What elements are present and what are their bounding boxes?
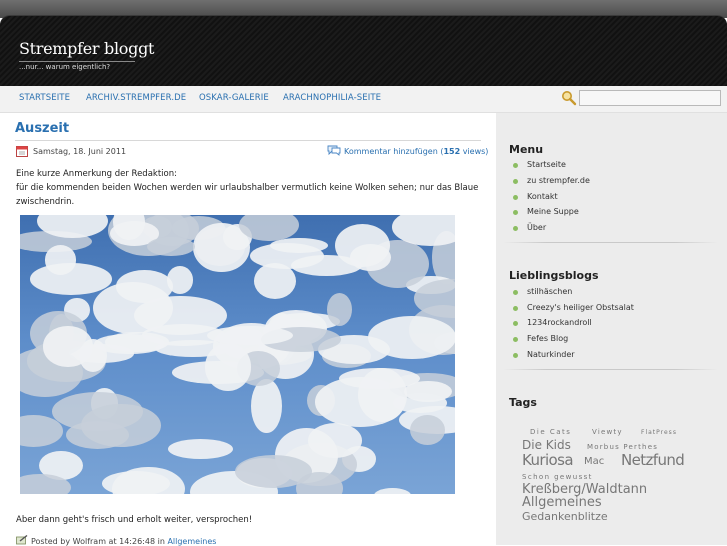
cloud-puff — [296, 472, 343, 494]
tag-link[interactable]: Netzfund — [621, 451, 685, 469]
tag-link[interactable]: Morbus Perthes — [587, 443, 658, 451]
cloud-puff — [204, 343, 252, 391]
tag-link[interactable]: Gedankenblitze — [522, 510, 608, 523]
cloud-photo — [20, 215, 455, 494]
site-header: Strempfer bloggt ...nur... warum eigentl… — [0, 15, 727, 87]
comment-icon[interactable] — [327, 145, 341, 156]
search-icon[interactable] — [561, 90, 577, 106]
sidebar-title-menu: Menu — [509, 143, 544, 156]
post-text-line: Aber dann geht's frisch und erholt weite… — [16, 515, 253, 525]
cloud-puff — [253, 263, 296, 299]
post-date: Samstag, 18. Juni 2011 — [33, 147, 127, 156]
sidebar-blog-link[interactable]: 1234rockandroll — [513, 318, 592, 327]
post-title[interactable]: Auszeit — [15, 121, 69, 136]
divider — [15, 140, 481, 141]
nav-startseite[interactable]: STARTSEITE — [19, 93, 70, 103]
sidebar-divider — [503, 369, 718, 370]
cloud-puff — [92, 281, 174, 334]
cloud-puff — [146, 236, 195, 257]
post-text-line: Eine kurze Anmerkung der Redaktion: — [16, 169, 177, 179]
site-title[interactable]: Strempfer bloggt — [19, 39, 154, 58]
tag-link[interactable]: Viewty — [592, 428, 623, 436]
tag-link[interactable]: Schon gewusst — [522, 473, 593, 481]
tag-link[interactable]: Die Cats — [530, 428, 571, 436]
cloud-puff — [326, 293, 352, 327]
sidebar-item-kontakt[interactable]: Kontakt — [513, 192, 558, 201]
comment-link-label[interactable]: Kommentar hinzufügen — [344, 147, 438, 156]
cloud-puff — [45, 245, 77, 275]
cloud-puff — [409, 415, 445, 446]
sidebar-item-startseite[interactable]: Startseite — [513, 160, 566, 169]
sidebar-item-ueber[interactable]: Über — [513, 223, 546, 232]
cloud-puff — [101, 471, 171, 494]
tag-link[interactable]: FlatPress — [641, 429, 677, 436]
cloud-puff — [367, 316, 455, 359]
cloud-puff — [251, 379, 282, 433]
sidebar-blog-link[interactable]: Fefes Blog — [513, 334, 568, 343]
tag-link[interactable]: Kuriosa — [522, 451, 574, 469]
site-subtitle: ...nur... warum eigentlich? — [19, 61, 135, 71]
cloud-puff — [168, 438, 233, 459]
tag-link[interactable]: Allgemeines — [522, 495, 602, 510]
comment-link[interactable]: Kommentar hinzufügen (152 views) — [344, 147, 488, 156]
cloud-puff — [334, 223, 390, 268]
nav-archiv[interactable]: ARCHIV.STREMPFER.DE — [86, 93, 186, 103]
sidebar-blog-link[interactable]: Naturkinder — [513, 350, 575, 359]
sidebar-blog-link[interactable]: Creezy's heiliger Obstsalat — [513, 303, 634, 312]
post-text-line: zwischendrin. — [16, 197, 75, 207]
cloud-puff — [81, 403, 161, 447]
sidebar-item-suppe[interactable]: Meine Suppe — [513, 207, 579, 216]
nav-oskar-galerie[interactable]: OSKAR-GALERIE — [199, 93, 269, 103]
sidebar-divider — [503, 242, 718, 243]
cloud-puff — [43, 326, 93, 367]
cloud-puff — [207, 325, 293, 345]
tag-link[interactable]: Mac — [584, 456, 604, 467]
sidebar-title-tags: Tags — [509, 396, 537, 409]
sidebar-title-blogs: Lieblingsblogs — [509, 269, 599, 282]
search-input[interactable] — [579, 90, 721, 106]
cloud-puff — [373, 487, 411, 494]
views-count: 152 — [443, 147, 461, 156]
sidebar-blog-link[interactable]: stilhäschen — [513, 287, 572, 296]
post-text-line: für die kommenden beiden Wochen werden w… — [16, 183, 479, 193]
views-close: views) — [460, 147, 489, 156]
tag-link[interactable]: Die Kids — [522, 438, 571, 452]
sidebar-item-strempfer[interactable]: zu strempfer.de — [513, 176, 590, 185]
cloud-puff — [166, 265, 194, 294]
cloud-puff — [339, 367, 420, 390]
calendar-icon — [16, 146, 28, 157]
pencil-icon — [16, 535, 28, 545]
nav-arachnophilia[interactable]: ARACHNOPHILIA-SEITE — [283, 93, 381, 103]
